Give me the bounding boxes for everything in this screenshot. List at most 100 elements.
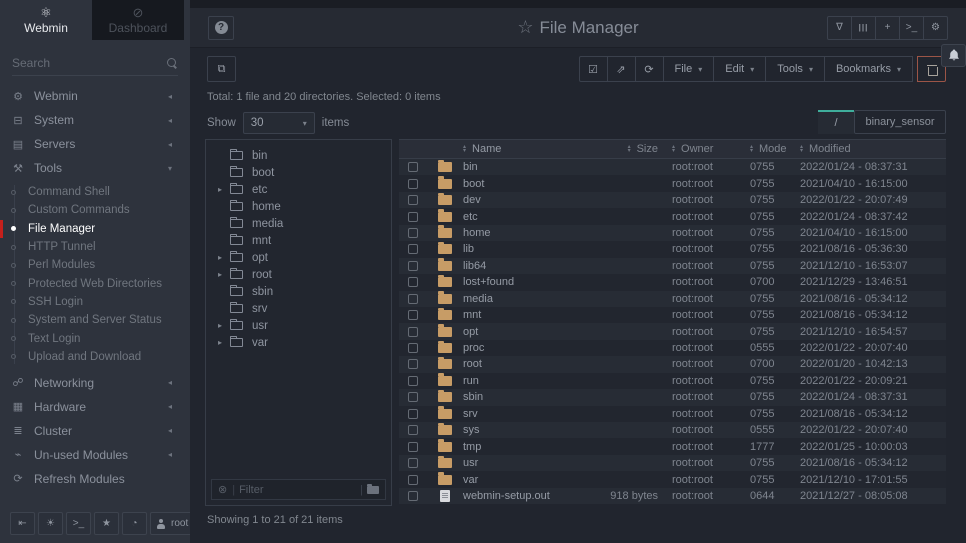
table-row-tmp[interactable]: tmproot:root17772022/01/25 - 10:00:03: [399, 438, 946, 454]
row-checkbox[interactable]: [408, 195, 418, 205]
column-header-name[interactable]: ▴▾Name: [463, 143, 576, 155]
table-row-proc[interactable]: procroot:root05552022/01/22 - 20:07:40: [399, 340, 946, 356]
row-checkbox[interactable]: [408, 327, 418, 337]
row-checkbox[interactable]: [408, 475, 418, 485]
sidebar-item-protected-web-directories[interactable]: Protected Web Directories: [0, 274, 190, 292]
sidebar-item-file-manager[interactable]: File Manager: [0, 220, 190, 238]
row-checkbox[interactable]: [408, 343, 418, 353]
table-row-usr[interactable]: usrroot:root07552021/08/16 - 05:34:12: [399, 455, 946, 471]
sidebar-item-refresh-modules[interactable]: ⟳Refresh Modules: [0, 467, 190, 491]
row-checkbox[interactable]: [408, 277, 418, 287]
expand-icon[interactable]: ▸: [218, 270, 230, 279]
table-row-var[interactable]: varroot:root07552021/12/10 - 17:01:55: [399, 471, 946, 487]
tree-item-var[interactable]: ▸var: [206, 334, 391, 351]
sidebar-item-hardware[interactable]: ▦Hardware◂: [0, 395, 190, 419]
table-row-dev[interactable]: devroot:root07552022/01/22 - 20:07:49: [399, 192, 946, 208]
row-checkbox[interactable]: [408, 228, 418, 238]
row-checkbox[interactable]: [408, 310, 418, 320]
tree-item-bin[interactable]: bin: [206, 147, 391, 164]
tree-item-opt[interactable]: ▸opt: [206, 249, 391, 266]
sidebar-item-servers[interactable]: ▤Servers◂: [0, 132, 190, 156]
table-row-lib[interactable]: libroot:root07552021/08/16 - 05:36:30: [399, 241, 946, 257]
shell-button[interactable]: >_: [899, 16, 924, 40]
tree-item-media[interactable]: media: [206, 215, 391, 232]
sidebar-item-system[interactable]: ⊟System◂: [0, 108, 190, 132]
tree-item-mnt[interactable]: mnt: [206, 232, 391, 249]
table-row-opt[interactable]: optroot:root07552021/12/10 - 16:54:57: [399, 323, 946, 339]
table-row-media[interactable]: mediaroot:root07552021/08/16 - 05:34:12: [399, 291, 946, 307]
table-row-root[interactable]: rootroot:root07002022/01/20 - 10:42:13: [399, 356, 946, 372]
table-row-lost-found[interactable]: lost+foundroot:root07002021/12/29 - 13:4…: [399, 274, 946, 290]
expand-icon[interactable]: ▸: [218, 321, 230, 330]
folder-icon[interactable]: [367, 486, 379, 494]
sidebar-item-networking[interactable]: ☍Networking◂: [0, 371, 190, 395]
items-per-page-select[interactable]: 30 ▾: [243, 112, 315, 134]
menu-file-button[interactable]: File▾: [663, 56, 715, 82]
expand-icon[interactable]: ▸: [218, 338, 230, 347]
sidebar-item-text-login[interactable]: Text Login: [0, 329, 190, 347]
path-root-button[interactable]: /: [818, 110, 854, 134]
user-button[interactable]: root: [150, 512, 194, 535]
theme-palette-button[interactable]: ◔: [122, 512, 147, 535]
sidebar-item-custom-commands[interactable]: Custom Commands: [0, 201, 190, 219]
tree-item-srv[interactable]: srv: [206, 300, 391, 317]
table-row-home[interactable]: homeroot:root07552021/04/10 - 16:15:00: [399, 225, 946, 241]
table-row-boot[interactable]: bootroot:root07552021/04/10 - 16:15:00: [399, 175, 946, 191]
table-row-lib64[interactable]: lib64root:root07552021/12/10 - 16:53:07: [399, 258, 946, 274]
row-checkbox[interactable]: [408, 294, 418, 304]
expand-icon[interactable]: ▸: [218, 185, 230, 194]
table-row-sbin[interactable]: sbinroot:root07552022/01/24 - 08:37:31: [399, 389, 946, 405]
row-checkbox[interactable]: [408, 212, 418, 222]
tree-filter-input[interactable]: [239, 484, 360, 496]
column-header-size[interactable]: ▴▾Size: [576, 143, 672, 155]
favorites-button[interactable]: ★: [94, 512, 119, 535]
table-row-mnt[interactable]: mntroot:root07552021/08/16 - 05:34:12: [399, 307, 946, 323]
clear-filter-icon[interactable]: ⊗: [218, 483, 227, 496]
search-input[interactable]: [12, 56, 167, 70]
sidebar-item-upload-and-download[interactable]: Upload and Download: [0, 348, 190, 366]
sidebar-item-un-used-modules[interactable]: ⌁Un-used Modules◂: [0, 443, 190, 467]
menu-edit-button[interactable]: Edit▾: [713, 56, 766, 82]
sidebar-item-tools[interactable]: ⚒Tools▾: [0, 156, 190, 180]
path-current-button[interactable]: binary_sensor: [854, 110, 946, 134]
tree-item-etc[interactable]: ▸etc: [206, 181, 391, 198]
table-row-webmin-setup-out[interactable]: webmin-setup.out918 bytesroot:root064420…: [399, 488, 946, 504]
collapse-sidebar-button[interactable]: ⇤: [10, 512, 35, 535]
row-checkbox[interactable]: [408, 442, 418, 452]
table-row-sys[interactable]: sysroot:root05552022/01/22 - 20:07:40: [399, 422, 946, 438]
theme-button[interactable]: ☀: [38, 512, 63, 535]
share-button[interactable]: ⇗: [607, 56, 636, 82]
refresh-button[interactable]: ⟳: [635, 56, 664, 82]
row-checkbox[interactable]: [408, 244, 418, 254]
copy-path-button[interactable]: ⧉: [207, 56, 236, 82]
notifications-button[interactable]: [941, 44, 966, 67]
table-row-bin[interactable]: binroot:root07552022/01/24 - 08:37:31: [399, 159, 946, 175]
tree-item-root[interactable]: ▸root: [206, 266, 391, 283]
tree-item-home[interactable]: home: [206, 198, 391, 215]
tree-item-usr[interactable]: ▸usr: [206, 317, 391, 334]
settings-button[interactable]: ⚙: [923, 16, 948, 40]
table-row-run[interactable]: runroot:root07552022/01/22 - 20:09:21: [399, 373, 946, 389]
sidebar-item-cluster[interactable]: ≣Cluster◂: [0, 419, 190, 443]
menu-tools-button[interactable]: Tools▾: [765, 56, 825, 82]
sidebar-item-system-and-server-status[interactable]: System and Server Status: [0, 311, 190, 329]
tree-item-boot[interactable]: boot: [206, 164, 391, 181]
sidebar-item-webmin[interactable]: ⚙Webmin◂: [0, 84, 190, 108]
row-checkbox[interactable]: [408, 261, 418, 271]
filter-button[interactable]: ∇: [827, 16, 852, 40]
table-row-srv[interactable]: srvroot:root07552021/08/16 - 05:34:12: [399, 406, 946, 422]
terminal-button[interactable]: >_: [66, 512, 91, 535]
row-checkbox[interactable]: [408, 491, 418, 501]
sidebar-item-http-tunnel[interactable]: HTTP Tunnel: [0, 238, 190, 256]
column-header-owner[interactable]: ▴▾Owner: [672, 143, 750, 155]
add-button[interactable]: +: [875, 16, 900, 40]
help-button[interactable]: ?: [208, 16, 234, 40]
column-header-mode[interactable]: ▴▾Mode: [750, 143, 800, 155]
column-header-modified[interactable]: ▴▾Modified: [800, 143, 946, 155]
table-row-etc[interactable]: etcroot:root07552022/01/24 - 08:37:42: [399, 208, 946, 224]
row-checkbox[interactable]: [408, 458, 418, 468]
panels-button[interactable]: |||: [851, 16, 876, 40]
row-checkbox[interactable]: [408, 376, 418, 386]
row-checkbox[interactable]: [408, 409, 418, 419]
expand-icon[interactable]: ▸: [218, 253, 230, 262]
